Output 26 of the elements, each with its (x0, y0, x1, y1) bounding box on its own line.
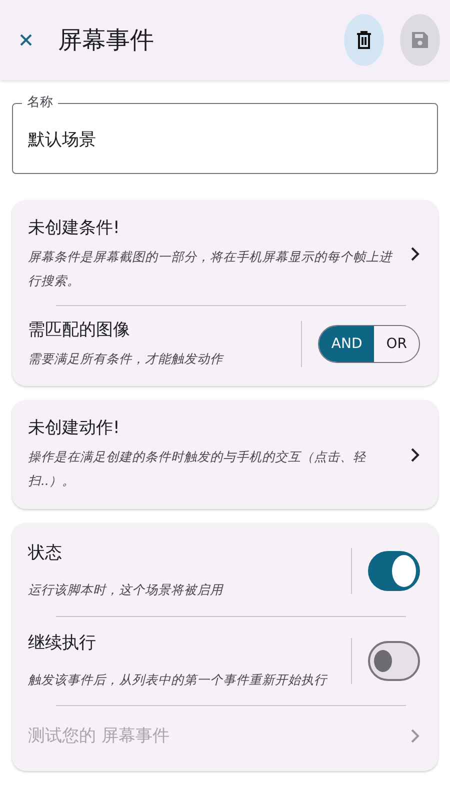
name-field[interactable]: 名称 默认场景 (12, 94, 438, 174)
match-description: 需要满足所有条件，才能触发动作 (28, 350, 225, 368)
conditions-description: 屏幕条件是屏幕截图的一部分，将在手机屏幕显示的每个帧上进行搜索。 (28, 248, 394, 290)
screen-title: 屏幕事件 (58, 25, 155, 56)
actions-title: 未创建动作! (28, 417, 121, 440)
setting-description: 触发该事件后，从列表中的第一个事件重新开始执行 (28, 670, 328, 688)
test-label: 测试您的 屏幕事件 (28, 725, 170, 748)
delete-button[interactable] (344, 14, 384, 66)
match-title: 需匹配的图像 (28, 318, 131, 340)
segment-option[interactable]: OR (374, 326, 419, 362)
setting-title: 状态 (28, 542, 63, 564)
field-value: 默认场景 (28, 128, 96, 150)
setting-title: 继续执行 (28, 632, 97, 654)
chevron-right-icon (410, 728, 420, 744)
close-icon (18, 32, 34, 48)
actions-description: 操作是在满足创建的条件时触发的与手机的交互（点击、轻扫..）。 (28, 448, 367, 490)
chevron-right-icon (410, 446, 420, 462)
actions-row[interactable]: 未创建动作! 操作是在满足创建的条件时触发的与手机的交互（点击、轻扫..）。 (12, 408, 438, 501)
segment-option[interactable]: AND (319, 326, 374, 362)
trash-icon (356, 31, 372, 49)
chevron-right-icon (410, 246, 420, 262)
toggle-switch[interactable] (368, 551, 420, 592)
conditions-row[interactable]: 未创建条件! 屏幕条件是屏幕截图的一部分，将在手机屏幕显示的每个帧上进行搜索。 (12, 208, 438, 300)
toggle-switch[interactable] (368, 640, 420, 681)
conditions-title: 未创建条件! (28, 217, 121, 239)
setting-description: 运行该脚本时，这个场景将被启用 (28, 580, 224, 599)
